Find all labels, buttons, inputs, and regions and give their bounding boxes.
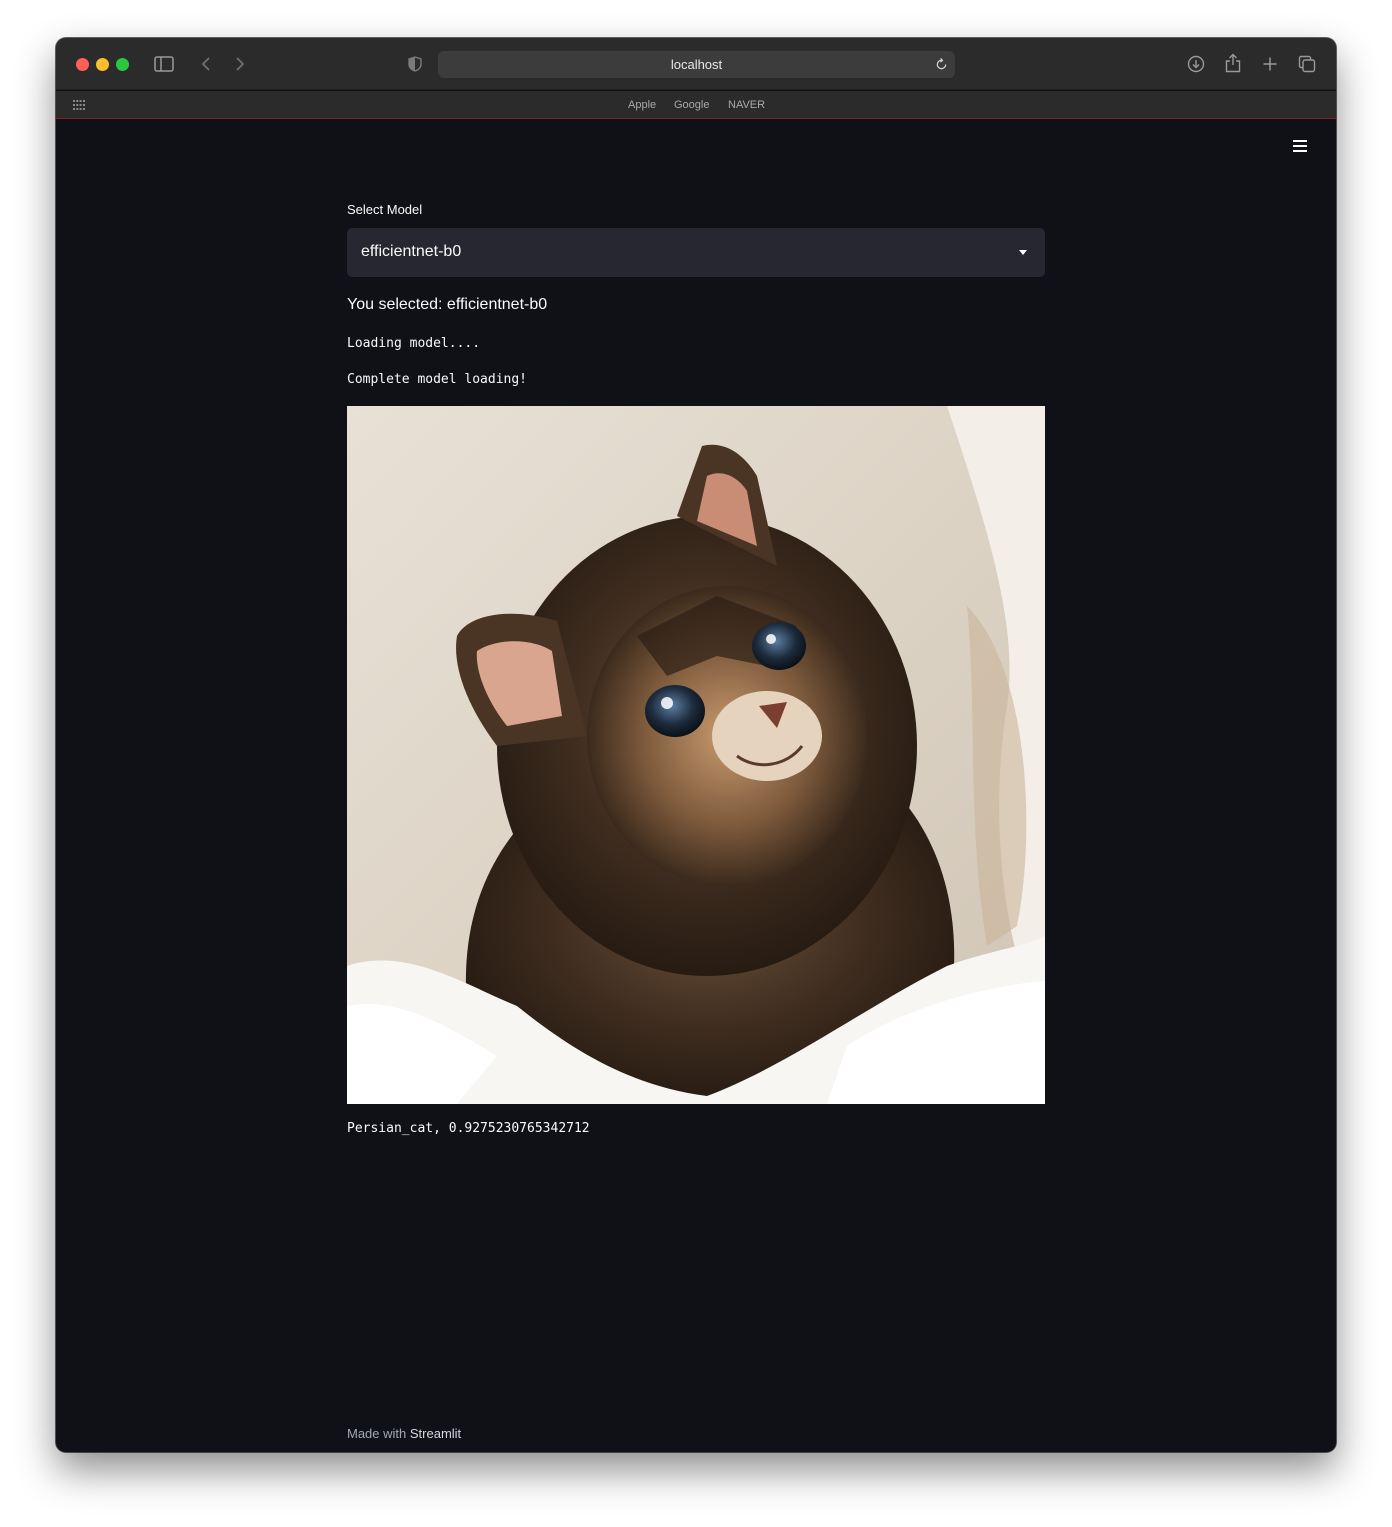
plus-icon[interactable] bbox=[1261, 54, 1279, 74]
chevron-right-icon[interactable] bbox=[232, 54, 248, 74]
download-icon[interactable] bbox=[1186, 54, 1206, 74]
zoom-window-button[interactable] bbox=[116, 58, 129, 71]
footer-prefix: Made with bbox=[347, 1426, 407, 1441]
shield-icon[interactable] bbox=[407, 55, 423, 73]
chevron-down-icon bbox=[1019, 250, 1027, 255]
bookmarks-bar: Apple Google NAVER bbox=[56, 91, 1336, 119]
grid-icon[interactable] bbox=[72, 99, 86, 111]
browser-window: localhost Apple Google NAVER Select Mode… bbox=[56, 38, 1336, 1452]
selected-model-text: You selected: efficientnet-b0 bbox=[347, 296, 548, 313]
kitten-image bbox=[347, 406, 1045, 1104]
tabs-overview-icon[interactable] bbox=[1297, 54, 1317, 74]
address-bar[interactable]: localhost bbox=[438, 51, 955, 78]
minimize-window-button[interactable] bbox=[96, 58, 109, 71]
loading-status: Loading model.... bbox=[347, 336, 481, 351]
streamlit-link[interactable]: Streamlit bbox=[410, 1426, 461, 1441]
close-window-button[interactable] bbox=[76, 58, 89, 71]
bookmark-naver[interactable]: NAVER bbox=[728, 99, 765, 111]
footer: Made with Streamlit bbox=[347, 1426, 461, 1441]
select-model-label: Select Model bbox=[347, 202, 423, 217]
browser-titlebar: localhost bbox=[56, 38, 1336, 90]
reload-icon[interactable] bbox=[933, 56, 949, 72]
sidebar-icon[interactable] bbox=[153, 54, 175, 74]
model-select-value: efficientnet-b0 bbox=[361, 243, 462, 260]
chevron-left-icon[interactable] bbox=[198, 54, 214, 74]
share-icon[interactable] bbox=[1224, 52, 1242, 74]
bookmark-apple[interactable]: Apple bbox=[628, 99, 656, 111]
bookmark-google[interactable]: Google bbox=[674, 99, 709, 111]
app-content: Select Model efficientnet-b0 You selecte… bbox=[56, 120, 1336, 1452]
hamburger-menu-icon[interactable] bbox=[1293, 140, 1307, 154]
address-text: localhost bbox=[670, 57, 723, 72]
model-select[interactable]: efficientnet-b0 bbox=[347, 228, 1045, 277]
prediction-result: Persian_cat, 0.9275230765342712 bbox=[347, 1121, 590, 1136]
complete-status: Complete model loading! bbox=[347, 372, 528, 387]
